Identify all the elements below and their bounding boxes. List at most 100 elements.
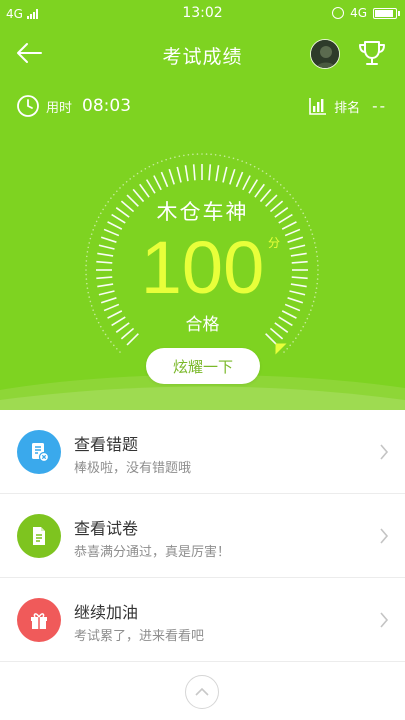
gauge-outer-dot xyxy=(289,344,292,347)
gauge-outer-dot xyxy=(269,175,271,177)
gauge-outer-dot xyxy=(178,155,181,158)
gauge-outer-dot xyxy=(122,184,125,186)
gauge-outer-dot xyxy=(237,158,239,161)
gauge-outer-dot xyxy=(210,153,212,156)
gauge-outer-dot xyxy=(112,344,115,347)
time-value: 08:03 xyxy=(82,96,132,116)
scroll-up-button[interactable] xyxy=(185,675,219,709)
gauge-tick xyxy=(184,165,189,182)
wrong-questions-icon xyxy=(17,430,61,474)
bar-chart-icon xyxy=(309,98,327,115)
status-right: 4G xyxy=(332,6,400,20)
gauge-outer-dot xyxy=(119,187,121,189)
gauge-tick xyxy=(242,175,251,191)
gauge-outer-dot xyxy=(283,187,285,189)
gauge-outer-dot xyxy=(192,153,194,156)
gift-box-icon xyxy=(31,613,47,629)
gauge-outer-dot xyxy=(187,154,190,156)
score-unit: 分 xyxy=(268,236,281,250)
gauge-outer-dot xyxy=(245,162,248,164)
item-subtitle: 棒极啦，没有错题哦 xyxy=(74,461,192,476)
gauge-outer-dot xyxy=(156,162,159,164)
gauge-outer-dot xyxy=(249,163,252,166)
trophy-icon[interactable] xyxy=(356,37,388,69)
gauge-tick xyxy=(176,166,182,183)
gauge-outer-dot xyxy=(116,347,118,350)
gauge-outer-dot xyxy=(148,165,151,168)
gauge-outer-dot xyxy=(232,157,235,160)
gauge-outer-dot xyxy=(144,167,147,170)
gauge-tick xyxy=(153,175,162,191)
item-title: 查看试卷 xyxy=(74,519,139,538)
gauge-outer-dot xyxy=(265,172,268,175)
share-button[interactable]: 炫耀一下 xyxy=(146,348,260,384)
document-x-icon xyxy=(32,443,50,463)
gauge-tick xyxy=(222,166,228,183)
gauge-outer-dot xyxy=(161,160,163,162)
rank-label: 排名 xyxy=(334,100,361,116)
elapsed-time: 用时 08:03 xyxy=(16,94,131,118)
item-subtitle: 恭喜满分通过，真是厉害！ xyxy=(74,545,231,560)
pass-status: 合格 xyxy=(185,315,220,335)
gauge-outer-dot xyxy=(201,153,203,155)
gauge-tick xyxy=(168,168,175,185)
gauge-outer-dot xyxy=(253,165,256,168)
gauge-outer-dot xyxy=(183,154,185,157)
list-item-keep-going[interactable]: 继续加油 考试累了，进来看看吧 xyxy=(0,578,405,662)
gauge-tick xyxy=(145,179,156,194)
gauge-outer-dot xyxy=(292,341,294,343)
gauge-outer-dot xyxy=(283,351,285,353)
rank: 排名 -- xyxy=(308,96,387,116)
gauge-outer-dot xyxy=(107,337,109,339)
gauge-tick xyxy=(208,164,212,181)
gauge-outer-dot xyxy=(140,170,143,172)
list-item-wrong-questions[interactable]: 查看错题 棒极啦，没有错题哦 xyxy=(0,410,405,494)
gauge-tick xyxy=(192,164,196,181)
gauge-tick xyxy=(215,165,220,182)
gauge-outer-dot xyxy=(110,341,112,343)
gauge-outer-dot xyxy=(165,158,167,161)
gauge-tick xyxy=(248,179,259,194)
gauge-outer-dot xyxy=(169,157,172,160)
battery-icon xyxy=(373,7,400,19)
gauge-tick xyxy=(265,333,278,346)
gauge-outer-dot xyxy=(129,178,131,180)
exam-paper-icon xyxy=(17,514,61,558)
gauge-outer-dot xyxy=(223,155,226,158)
gauge-outer-dot xyxy=(219,154,221,157)
gauge-outer-dot xyxy=(257,167,260,170)
chevron-right-icon xyxy=(380,528,389,544)
gauge-outer-dot xyxy=(214,154,217,156)
clock-icon xyxy=(17,95,39,117)
item-title: 查看错题 xyxy=(74,435,139,454)
alarm-icon xyxy=(332,7,345,19)
gauge-outer-dot xyxy=(119,351,121,353)
item-subtitle: 考试累了，进来看看吧 xyxy=(74,629,205,644)
gauge-tick xyxy=(160,171,169,188)
gauge-outer-dot xyxy=(152,163,155,166)
gauge-outer-dot xyxy=(276,180,279,183)
gauge-outer-dot xyxy=(196,153,199,155)
gift-icon xyxy=(17,598,61,642)
score-value: 100 xyxy=(140,226,265,309)
chevron-right-icon xyxy=(380,444,389,460)
gauge-outer-dot xyxy=(273,178,275,180)
gauge-tick xyxy=(126,333,139,346)
page-title: 考试成绩 xyxy=(162,46,243,68)
action-list: 查看错题 棒极啦，没有错题哦 查看试卷 恭喜满分通过，真是厉害！ 继续加油 考试… xyxy=(0,410,405,662)
gauge-outer-dot xyxy=(279,184,282,186)
network-label-right: 4G xyxy=(350,6,367,20)
gauge-outer-dot xyxy=(286,190,288,193)
document-icon xyxy=(33,527,45,545)
chevron-right-icon xyxy=(380,612,389,628)
status-bar: 4G 13:02 4G xyxy=(0,0,405,28)
gauge-outer-dot xyxy=(174,156,176,159)
time-label: 用时 xyxy=(46,100,73,116)
gauge-outer-dot xyxy=(295,337,297,339)
result-title: 木仓车神 xyxy=(156,200,249,224)
avatar[interactable] xyxy=(310,39,340,69)
list-item-exam-paper[interactable]: 查看试卷 恭喜满分通过，真是厉害！ xyxy=(0,494,405,578)
gauge-outer-dot xyxy=(116,190,118,193)
gauge-outer-dot xyxy=(228,156,230,159)
gauge-outer-dot xyxy=(286,347,288,350)
